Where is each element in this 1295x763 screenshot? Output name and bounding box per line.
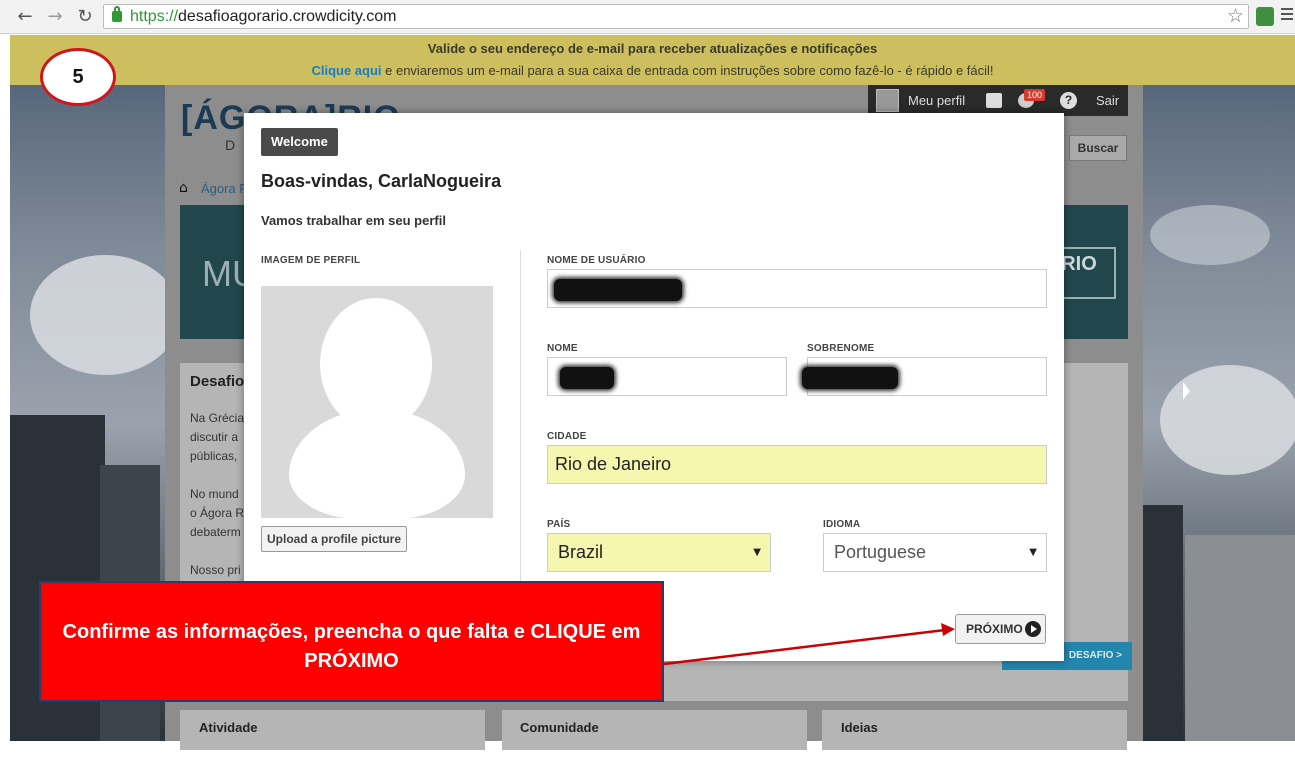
notification-rest: e enviaremos um e-mail para a sua caixa … [381,63,994,78]
url-host: desafioagorario.crowdicity.com [178,8,397,25]
column-divider [520,250,521,610]
welcome-tag: Welcome [261,128,338,156]
column-title: Atividade [199,720,258,735]
logout-link[interactable]: Sair [1096,93,1119,108]
background-building [1143,505,1183,741]
upload-profile-picture-button[interactable]: Upload a profile picture [261,526,407,552]
extension-icon[interactable] [1256,7,1274,26]
notification-title: Valide o seu endereço de e-mail para rec… [427,41,878,56]
click-here-link[interactable]: Clique aqui [311,63,381,78]
city-label: CIDADE [547,431,587,442]
background-building [1185,535,1295,741]
country-label: PAÍS [547,519,571,530]
panel-text: Na Grécia discutir a públicas, No mund o… [190,409,250,580]
background-cloud [30,255,180,375]
url-protocol: https:// [130,8,179,25]
panel-line [190,542,250,561]
reload-icon[interactable]: ↻ [74,6,96,28]
column-title: Comunidade [520,720,599,735]
screenshot-root: ← → ↻ https://desafioagorario.crowdicity… [0,0,1295,763]
modal-greeting: Boas-vindas, CarlaNogueira [261,171,502,191]
background-cloud [1160,365,1295,475]
lock-icon [112,6,122,22]
panel-line [190,466,250,485]
username-field[interactable] [547,269,1047,308]
last-name-field[interactable] [802,357,1047,396]
city-field[interactable]: Rio de Janeiro [547,445,1047,484]
avatar-body-shape [289,409,465,518]
panel-line: Nosso pri [190,563,241,577]
redacted-scribble [560,367,614,389]
mouse-cursor-icon [1183,382,1190,400]
column-title: Ideias [841,720,878,735]
back-arrow-icon[interactable]: ← [14,6,36,28]
panel-line: No mund [190,487,239,501]
user-bar: Meu perfil 100 ? Sair [868,85,1128,116]
step-number-badge: 5 [40,48,116,106]
redacted-scribble [802,367,898,389]
community-column: Comunidade [502,710,807,750]
profile-image-label: IMAGEM DE PERFIL [261,255,361,266]
background-cloud [1150,205,1270,265]
username-label: NOME DE USUÁRIO [547,255,646,266]
redacted-scribble [554,279,682,301]
messages-icon[interactable] [986,93,1002,108]
first-name-field[interactable] [547,357,787,396]
search-button[interactable]: Buscar [1069,135,1127,161]
notification-count-badge: 100 [1024,89,1046,101]
language-select[interactable]: Portuguese ▼ [823,533,1047,572]
panel-line: debaterm [190,525,241,539]
help-icon[interactable]: ? [1060,92,1077,109]
callout-line-1: Confirme as informações, preencha o que … [62,621,641,643]
panel-line: Na Grécia [190,411,245,425]
email-validation-bar: Valide o seu endereço de e-mail para rec… [10,35,1295,85]
callout-line-2: PRÓXIMO [304,650,399,672]
language-label: IDIOMA [823,519,861,530]
forward-arrow-icon[interactable]: → [44,6,66,28]
my-profile-link[interactable]: Meu perfil [908,93,965,108]
chevron-down-icon: ▼ [1029,547,1037,558]
language-value: Portuguese [834,542,927,562]
browser-toolbar: ← → ↻ https://desafioagorario.crowdicity… [0,0,1295,34]
panel-line: discutir a [190,430,239,444]
last-name-label: SOBRENOME [807,343,875,354]
chevron-down-icon: ▼ [753,547,761,558]
home-icon[interactable]: ⌂ [179,180,188,196]
bookmark-star-icon[interactable]: ☆ [1227,5,1244,27]
panel-line: o Ágora R [190,506,245,520]
breadcrumb[interactable]: Ágora R [201,181,249,196]
address-bar[interactable]: https://desafioagorario.crowdicity.com ☆ [103,4,1249,29]
next-button[interactable]: PRÓXIMO [955,614,1046,644]
play-circle-icon [1025,621,1041,637]
notification-text: Clique aqui e enviaremos um e-mail para … [10,63,1295,78]
country-value: Brazil [558,542,604,562]
browser-menu-icon[interactable] [1281,8,1293,24]
panel-title: Desafio [190,373,245,390]
modal-subhead: Vamos trabalhar em seu perfil [261,213,446,228]
avatar[interactable] [876,89,899,112]
panel-line: públicas, [190,449,238,463]
url-text[interactable]: https://desafioagorario.crowdicity.com [130,8,397,26]
next-button-label: PRÓXIMO [966,622,1023,636]
country-select[interactable]: Brazil ▼ [547,533,771,572]
welcome-modal: Welcome Boas-vindas, CarlaNogueira Vamos… [244,113,1064,661]
instruction-callout: Confirme as informações, preencha o que … [39,581,664,702]
first-name-label: NOME [547,343,578,354]
ideas-column: Ideias [822,710,1127,750]
profile-picture-placeholder [261,286,493,518]
activity-column: Atividade [180,710,485,750]
